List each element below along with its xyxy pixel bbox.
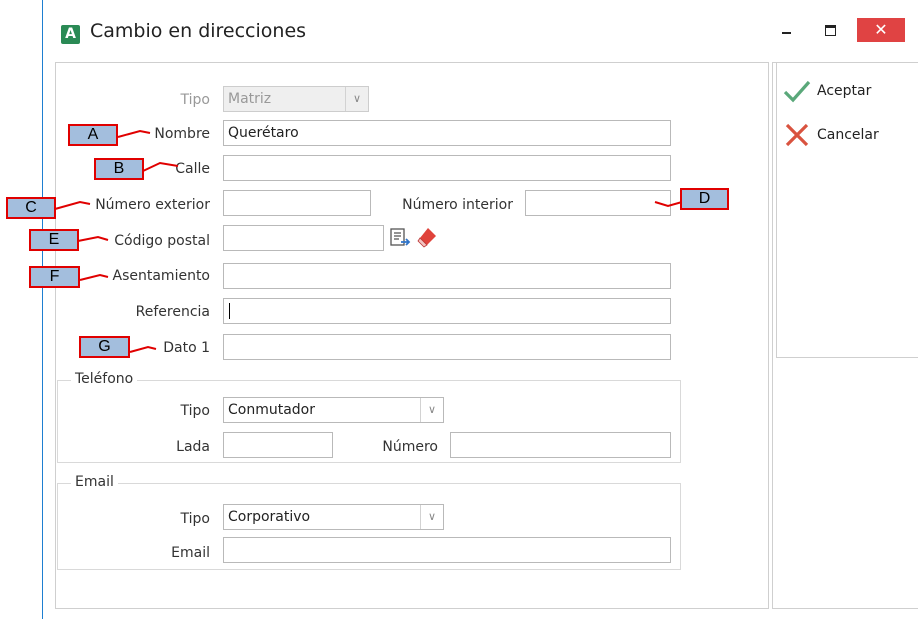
close-icon: ✕ — [874, 20, 888, 39]
codigo-postal-input[interactable] — [223, 225, 384, 251]
nombre-label: Nombre — [154, 126, 210, 142]
checkmark-icon — [783, 80, 811, 103]
annotation-d: D — [680, 188, 729, 210]
tipo-select-value: Matriz — [228, 91, 272, 107]
close-button[interactable]: ✕ — [857, 18, 905, 42]
numero-interior-label: Número interior — [402, 197, 513, 213]
minimize-icon — [781, 32, 791, 34]
x-mark-icon — [785, 123, 809, 147]
accept-button-label: Aceptar — [817, 83, 872, 99]
action-panel-inner — [776, 63, 918, 358]
telefono-tipo-value: Conmutador — [228, 402, 316, 418]
annotation-b: B — [94, 158, 144, 180]
maximize-icon — [824, 25, 836, 36]
accept-button[interactable]: Aceptar — [783, 78, 871, 104]
title-bar: A Cambio en direcciones ✕ — [43, 0, 918, 62]
numero-exterior-label: Número exterior — [95, 197, 210, 213]
email-input[interactable] — [223, 537, 671, 563]
annotation-a: A — [68, 124, 118, 146]
numero-interior-input[interactable] — [525, 190, 671, 216]
annotation-e: E — [29, 229, 79, 251]
eraser-icon[interactable] — [416, 226, 438, 248]
text-caret — [229, 303, 230, 319]
window-title: Cambio en direcciones — [90, 20, 307, 42]
tipo-label: Tipo — [180, 92, 210, 108]
lada-label: Lada — [176, 439, 210, 455]
app-icon: A — [61, 25, 80, 44]
cancel-button-label: Cancelar — [817, 127, 879, 143]
numero-input[interactable] — [450, 432, 671, 458]
action-panel: Aceptar Cancelar — [772, 62, 918, 609]
numero-label: Número — [382, 439, 438, 455]
telefono-tipo-select[interactable]: Conmutador ∨ — [223, 397, 444, 423]
referencia-input[interactable] — [223, 298, 671, 324]
cancel-button[interactable]: Cancelar — [783, 122, 879, 148]
dato-1-input[interactable] — [223, 334, 671, 360]
annotation-c: C — [6, 197, 56, 219]
codigo-postal-label: Código postal — [114, 233, 210, 249]
lada-input[interactable] — [223, 432, 333, 458]
tipo-select[interactable]: Matriz ∨ — [223, 86, 369, 112]
document-lookup-icon[interactable] — [389, 227, 411, 249]
asentamiento-label: Asentamiento — [112, 268, 211, 284]
numero-exterior-input[interactable] — [223, 190, 371, 216]
annotation-f: F — [29, 266, 80, 288]
asentamiento-input[interactable] — [223, 263, 671, 289]
email-group-title: Email — [71, 474, 118, 490]
annotation-g: G — [79, 336, 130, 358]
telefono-tipo-label: Tipo — [180, 403, 210, 419]
chevron-down-icon: ∨ — [420, 398, 443, 422]
maximize-button[interactable] — [815, 18, 845, 42]
chevron-down-icon: ∨ — [345, 87, 368, 111]
dato-1-label: Dato 1 — [163, 340, 210, 356]
chevron-down-icon: ∨ — [420, 505, 443, 529]
email-label: Email — [171, 545, 210, 561]
referencia-label: Referencia — [135, 304, 210, 320]
email-tipo-select[interactable]: Corporativo ∨ — [223, 504, 444, 530]
calle-input[interactable] — [223, 155, 671, 181]
minimize-button[interactable] — [771, 18, 801, 42]
telefono-group-title: Teléfono — [71, 371, 138, 387]
email-tipo-value: Corporativo — [228, 509, 311, 525]
email-tipo-label: Tipo — [180, 511, 210, 527]
nombre-input[interactable]: Querétaro — [223, 120, 671, 146]
